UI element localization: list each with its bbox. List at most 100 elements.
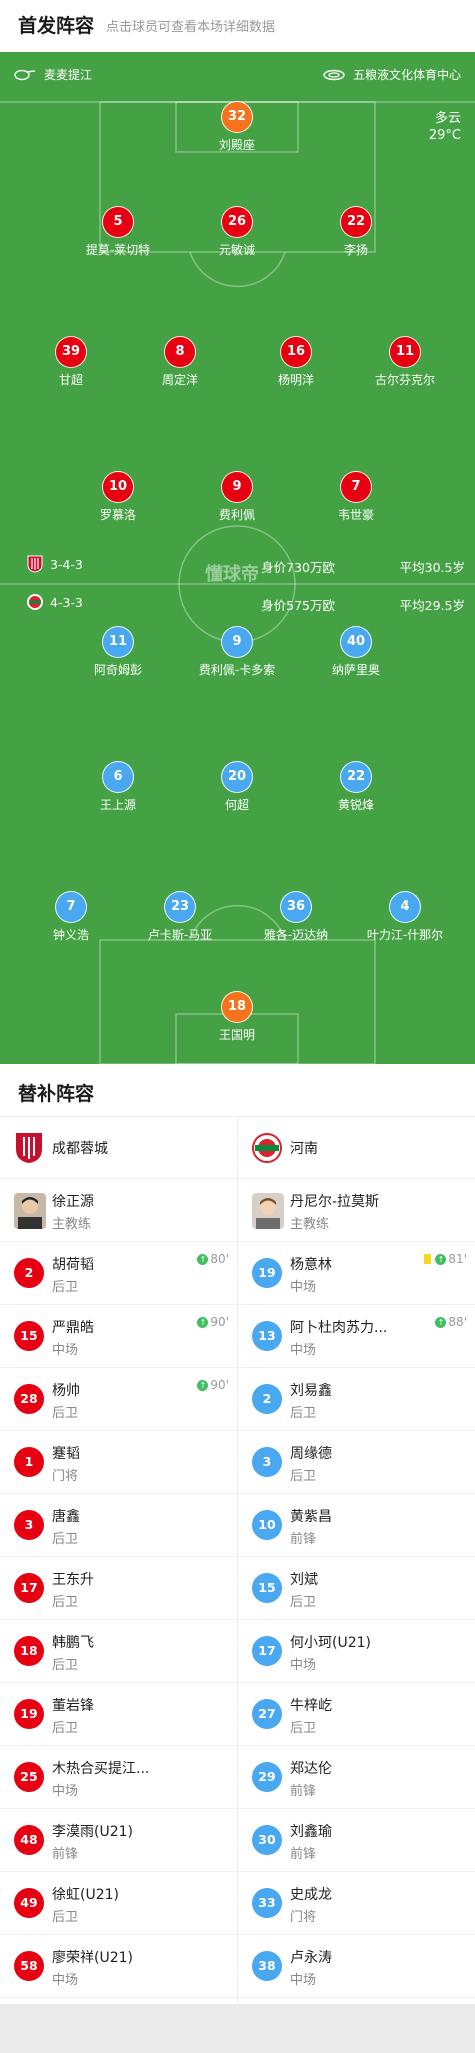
- player-name: 韩鹏飞: [52, 1635, 94, 1651]
- home-player[interactable]: 10 罗慕洛: [63, 471, 173, 523]
- player-position: 中场: [52, 1973, 79, 1988]
- player-name: 古尔芬克尔: [374, 373, 435, 387]
- substitution-minute: 80': [210, 1252, 229, 1266]
- away-player[interactable]: 20 何超: [182, 761, 292, 813]
- player-number: 20: [221, 761, 253, 793]
- away-player[interactable]: 9 费利佩-卡多索: [182, 626, 292, 678]
- home-player[interactable]: 5 提莫-莱切特: [63, 206, 173, 258]
- home-coach-row[interactable]: 徐正源 主教练: [0, 1179, 237, 1242]
- bench-player-row[interactable]: 33 史成龙 门将: [238, 1872, 475, 1935]
- player-name: 刘殿座: [218, 138, 255, 152]
- player-number: 33: [252, 1888, 282, 1918]
- bench-player-row[interactable]: 49 徐虹(U21) 后卫: [0, 1872, 237, 1935]
- bench-player-row[interactable]: 18 韩鹏飞 后卫: [0, 1620, 237, 1683]
- bench-player-row[interactable]: 3 唐鑫 后卫: [0, 1494, 237, 1557]
- lineup-subtitle: 点击球员可查看本场详细数据: [106, 20, 276, 35]
- player-name: 黄紫昌: [290, 1509, 332, 1525]
- away-player[interactable]: 40 纳萨里奥: [301, 626, 411, 678]
- player-position: 后卫: [290, 1469, 317, 1484]
- home-player[interactable]: 26 元敏诚: [182, 206, 292, 258]
- away-player[interactable]: 7 钟义浩: [16, 891, 126, 943]
- player-number: 26: [221, 206, 253, 238]
- player-position: 后卫: [52, 1721, 79, 1736]
- home-team-name: 麦麦提江: [44, 68, 93, 82]
- bench-player-row[interactable]: 29 郑达伦 前锋: [238, 1746, 475, 1809]
- away-player[interactable]: 6 王上源: [63, 761, 173, 813]
- bench-player-row[interactable]: 2 胡荷韬 后卫 ↑ 80': [0, 1242, 237, 1305]
- temperature-text: 29°C: [428, 128, 461, 143]
- bench-player-row[interactable]: 10 黄紫昌 前锋: [238, 1494, 475, 1557]
- player-name: 严鼎皓: [52, 1320, 94, 1336]
- bench-player-row[interactable]: 17 王东升 后卫: [0, 1557, 237, 1620]
- player-number: 38: [252, 1951, 282, 1981]
- bench-player-row[interactable]: 58 廖荣祥(U21) 中场: [0, 1935, 237, 1998]
- player-name: 蹇韬: [52, 1446, 80, 1462]
- bench-player-row[interactable]: 15 严鼎皓 中场 ↑ 90': [0, 1305, 237, 1368]
- bench-player-row[interactable]: 27 牛梓屹 后卫: [238, 1683, 475, 1746]
- player-number: 36: [280, 891, 312, 923]
- stadium-label: 五粮液文化体育中心: [323, 66, 461, 83]
- bench-player-row[interactable]: 48 李漠雨(U21) 前锋: [0, 1809, 237, 1872]
- bench-player-row[interactable]: 15 刘斌 后卫: [238, 1557, 475, 1620]
- away-coach-row[interactable]: 丹尼尔-拉莫斯 主教练: [238, 1179, 475, 1242]
- player-number: 19: [14, 1699, 44, 1729]
- home-market-value: 身价730万欧: [261, 560, 335, 575]
- bench-player-row[interactable]: 25 木热合买提江... 中场: [0, 1746, 237, 1809]
- bench-player-row[interactable]: 17 何小珂(U21) 中场: [238, 1620, 475, 1683]
- home-formation: 3-4-3: [50, 557, 83, 572]
- bench-player-row[interactable]: 3 周缘德 后卫: [238, 1431, 475, 1494]
- player-number: 15: [252, 1573, 282, 1603]
- away-team-logo-icon: [27, 594, 43, 610]
- player-number: 32: [221, 101, 253, 133]
- home-team-badge-icon: [16, 1133, 42, 1163]
- away-player[interactable]: 22 黄锐烽: [301, 761, 411, 813]
- player-number: 7: [340, 471, 372, 503]
- player-position: 中场: [290, 1658, 317, 1673]
- away-average-age: 平均29.5岁: [399, 598, 465, 613]
- bench-player-row[interactable]: 13 阿卜杜肉苏力... 中场 ↑ 88': [238, 1305, 475, 1368]
- player-number: 30: [252, 1825, 282, 1855]
- bench-player-row[interactable]: 38 卢永涛 中场: [238, 1935, 475, 1998]
- home-player[interactable]: 16 杨明洋: [241, 336, 351, 388]
- player-number: 9: [221, 471, 253, 503]
- home-player[interactable]: 9 费利佩: [182, 471, 292, 523]
- away-team-stats: 4-3-3 身价575万欧 平均29.5岁: [0, 592, 475, 613]
- player-position: 前锋: [290, 1847, 317, 1862]
- stadium-icon: [323, 69, 345, 80]
- home-player[interactable]: 8 周定洋: [125, 336, 235, 388]
- player-position: 中场: [290, 1973, 317, 1988]
- page-footer: [0, 2004, 475, 2053]
- home-player[interactable]: 32 刘殿座: [182, 101, 292, 153]
- player-number: 27: [252, 1699, 282, 1729]
- bench-player-row[interactable]: 2 刘易鑫 后卫: [238, 1368, 475, 1431]
- home-player[interactable]: 7 韦世豪: [301, 471, 411, 523]
- player-position: 后卫: [290, 1595, 317, 1610]
- player-name: 杨意林: [290, 1257, 332, 1273]
- bench-player-row[interactable]: 1 蹇韬 门将: [0, 1431, 237, 1494]
- away-player[interactable]: 4 叶力江-什那尔: [350, 891, 460, 943]
- away-player[interactable]: 11 阿奇姆彭: [63, 626, 173, 678]
- stadium-name: 五粮液文化体育中心: [352, 68, 461, 82]
- bench-player-row[interactable]: 19 杨意林 中场 ↑ 81': [238, 1242, 475, 1305]
- away-player[interactable]: 36 雅各-迈达纳: [241, 891, 351, 943]
- player-position: 后卫: [52, 1595, 79, 1610]
- player-name: 纳萨里奥: [331, 663, 380, 677]
- player-number: 4: [389, 891, 421, 923]
- away-player[interactable]: 23 卢卡斯-马亚: [125, 891, 235, 943]
- home-player[interactable]: 11 古尔芬克尔: [350, 336, 460, 388]
- bench-player-row[interactable]: 28 杨帅 后卫 ↑ 90': [0, 1368, 237, 1431]
- bench-player-row[interactable]: 30 刘鑫瑜 前锋: [238, 1809, 475, 1872]
- home-player[interactable]: 39 甘超: [16, 336, 126, 388]
- player-name: 刘易鑫: [290, 1383, 332, 1399]
- player-name: 杨帅: [52, 1383, 80, 1399]
- player-name: 胡荷韬: [52, 1257, 94, 1273]
- home-player[interactable]: 22 李扬: [301, 206, 411, 258]
- player-number: 49: [14, 1888, 44, 1918]
- player-name: 钟义浩: [52, 928, 89, 942]
- player-name: 牛梓屹: [290, 1698, 332, 1714]
- away-player[interactable]: 18 王国明: [182, 991, 292, 1043]
- weather-text: 多云: [434, 111, 461, 126]
- bench-player-row[interactable]: 19 董岩锋 后卫: [0, 1683, 237, 1746]
- player-position: 中场: [52, 1343, 79, 1358]
- lineup-header: 首发阵容 点击球员可查看本场详细数据: [0, 0, 475, 52]
